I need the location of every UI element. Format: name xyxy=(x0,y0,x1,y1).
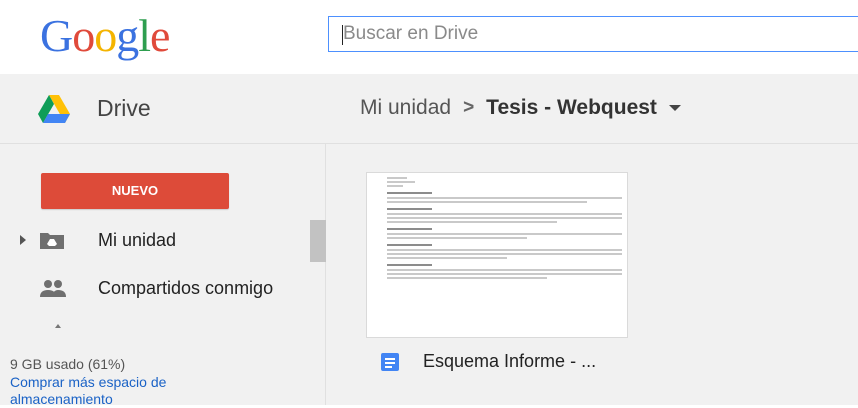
logo-letter: l xyxy=(138,10,151,61)
google-logo[interactable]: Google xyxy=(40,10,170,62)
search-box[interactable] xyxy=(328,16,858,52)
search-input[interactable] xyxy=(329,17,858,51)
text-caret xyxy=(342,25,343,45)
more-arrow-icon[interactable] xyxy=(55,324,61,328)
drive-logo-icon[interactable] xyxy=(38,95,70,123)
file-area: Esquema Informe - ... xyxy=(326,144,858,405)
expand-arrow-icon[interactable] xyxy=(20,235,26,245)
sidebar-item-label: Compartidos conmigo xyxy=(98,277,274,298)
logo-letter: g xyxy=(116,10,139,61)
sidebar-item-shared[interactable]: Compartidos conmigo xyxy=(0,270,310,306)
file-thumbnail[interactable] xyxy=(366,172,628,338)
logo-letter: o xyxy=(72,10,95,61)
sidebar: NUEVO Mi unidad Compartidos conmigo 9 GB… xyxy=(0,144,326,408)
logo-letter: G xyxy=(40,10,73,61)
logo-letter: o xyxy=(94,10,117,61)
file-name: Esquema Informe - ... xyxy=(423,351,597,371)
app-bar: Drive Mi unidad > Tesis - Webquest xyxy=(0,74,858,144)
logo-letter: e xyxy=(150,10,170,61)
google-docs-icon xyxy=(381,352,399,371)
buy-storage-link[interactable]: Comprar más espacio de almacenamiento xyxy=(10,374,270,408)
breadcrumb-root[interactable]: Mi unidad xyxy=(360,96,451,120)
breadcrumb: Mi unidad > Tesis - Webquest xyxy=(360,96,681,120)
new-button[interactable]: NUEVO xyxy=(41,173,229,209)
top-bar: Google xyxy=(0,0,858,74)
breadcrumb-separator: > xyxy=(463,97,475,118)
app-title: Drive xyxy=(97,95,151,121)
sidebar-item-label: Mi unidad xyxy=(98,229,177,250)
chevron-down-icon[interactable] xyxy=(668,105,681,111)
breadcrumb-current-folder[interactable]: Tesis - Webquest xyxy=(486,96,657,120)
file-item[interactable]: Esquema Informe - ... xyxy=(381,351,596,372)
sidebar-item-my-drive[interactable]: Mi unidad xyxy=(0,222,310,258)
storage-usage: 9 GB usado (61%) xyxy=(10,356,126,372)
shared-people-icon xyxy=(40,280,66,297)
my-drive-icon xyxy=(40,233,64,249)
sidebar-scrollbar[interactable] xyxy=(310,220,326,262)
document-preview xyxy=(387,175,622,281)
